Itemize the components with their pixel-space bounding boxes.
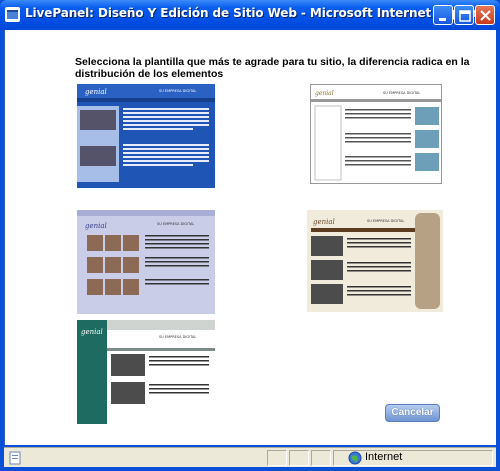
template-lavender[interactable]: genial SU EMPRESA DIGITAL (77, 210, 215, 314)
svg-text:genial: genial (85, 222, 107, 230)
svg-text:genial: genial (313, 218, 335, 226)
maximize-icon (459, 10, 471, 22)
svg-text:genial: genial (85, 88, 107, 96)
template-beige-preview: genial SU EMPRESA DIGITAL (307, 210, 443, 312)
status-segment (311, 450, 331, 466)
template-white-preview: genial SU EMPRESA DIGITAL (311, 85, 441, 183)
browser-window: LivePanel: Diseño Y Edición de Sitio Web… (0, 0, 500, 471)
template-lavender-preview: genial SU EMPRESA DIGITAL (77, 210, 215, 314)
title-bar[interactable]: LivePanel: Diseño Y Edición de Sitio Web… (0, 0, 500, 30)
zone-label: Internet (365, 451, 403, 463)
close-icon (480, 10, 491, 21)
svg-text:genial: genial (315, 90, 334, 97)
minimize-icon (439, 18, 446, 21)
template-teal-name: SU EMPRESA DIGITAL (159, 335, 196, 339)
status-segment (289, 450, 309, 466)
svg-text:genial: genial (81, 328, 103, 336)
template-blue-preview: genial SU EMPRESA DIGITAL (77, 84, 215, 188)
window-bottom-border (0, 467, 500, 471)
close-button[interactable] (475, 5, 495, 25)
window-title: LivePanel: Diseño Y Edición de Sitio Web… (25, 6, 492, 20)
status-bar: Internet (4, 447, 496, 467)
template-beige-name: SU EMPRESA DIGITAL (367, 219, 404, 223)
maximize-button[interactable] (454, 5, 474, 25)
template-blue[interactable]: genial SU EMPRESA DIGITAL (77, 84, 215, 188)
template-white[interactable]: genial SU EMPRESA DIGITAL (310, 84, 442, 184)
cancel-button[interactable]: Cancelar (385, 404, 440, 422)
globe-icon (348, 451, 362, 465)
page-content: Selecciona la plantilla que más te agrad… (4, 30, 496, 445)
template-beige[interactable]: genial SU EMPRESA DIGITAL (307, 210, 443, 312)
template-white-name: SU EMPRESA DIGITAL (383, 91, 420, 95)
instruction-heading: Selecciona la plantilla que más te agrad… (75, 56, 470, 80)
template-teal[interactable]: genial SU EMPRESA DIGITAL (77, 320, 215, 424)
ie-icon (5, 7, 20, 22)
minimize-button[interactable] (433, 5, 453, 25)
template-lavender-name: SU EMPRESA DIGITAL (157, 222, 194, 226)
status-segment (267, 450, 287, 466)
page-icon (9, 451, 21, 465)
template-blue-name: SU EMPRESA DIGITAL (159, 89, 196, 93)
template-teal-preview: genial SU EMPRESA DIGITAL (77, 320, 215, 424)
